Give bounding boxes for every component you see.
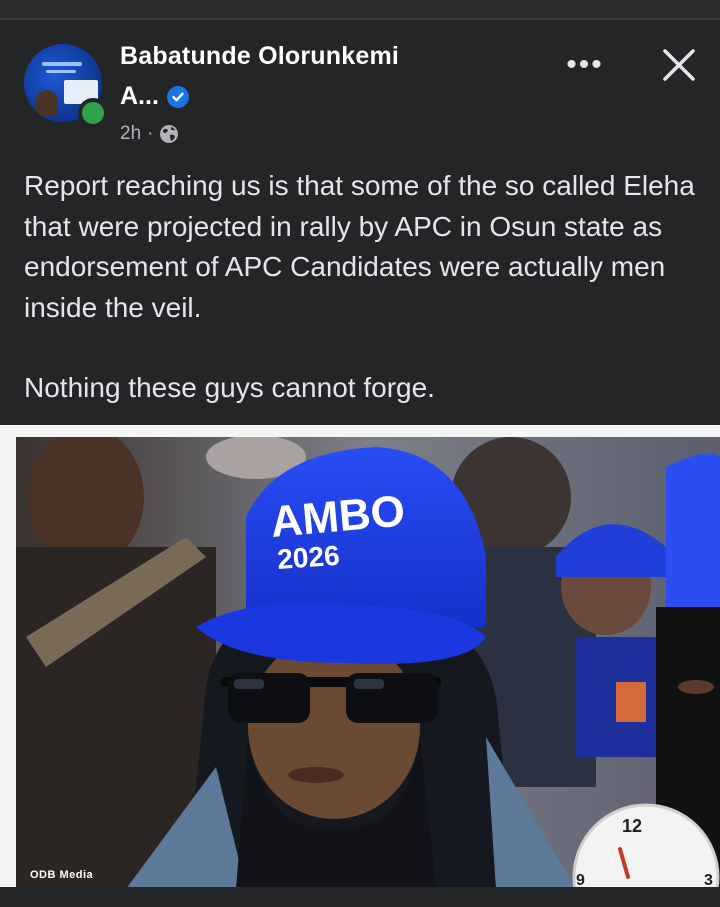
post-photo[interactable]: AMBO 2026 12 9 3 ODB Media <box>16 437 720 889</box>
close-button[interactable] <box>656 42 702 88</box>
photo-illustration: AMBO 2026 12 9 3 <box>16 437 720 889</box>
post-meta: 2h · <box>120 123 179 145</box>
more-options-icon: ••• <box>566 48 604 81</box>
close-icon <box>663 49 695 81</box>
post-text: Report reaching us is that some of the s… <box>24 166 704 409</box>
cap-text-line2: 2026 <box>276 540 340 575</box>
photo-watermark: ODB Media <box>30 869 94 881</box>
meta-separator: · <box>147 123 154 144</box>
post-paragraph-1: Report reaching us is that some of the s… <box>24 170 695 323</box>
author-name-truncated: A... <box>120 82 159 110</box>
avatar-text-decor <box>42 62 82 66</box>
more-options-button[interactable]: ••• <box>560 48 610 81</box>
post-paragraph-2: Nothing these guys cannot forge. <box>24 372 435 403</box>
online-status-dot <box>78 98 108 128</box>
top-strip <box>0 0 720 18</box>
author-name[interactable]: Babatunde Olorunkemi <box>120 42 399 71</box>
bottom-bar <box>0 887 720 907</box>
post-photo-frame[interactable]: AMBO 2026 12 9 3 ODB Media <box>0 425 720 907</box>
avatar-text-decor-2 <box>46 70 76 73</box>
post-time[interactable]: 2h <box>120 123 141 145</box>
verified-badge-icon <box>166 85 189 108</box>
avatar-person <box>36 90 58 116</box>
clock-number-12: 12 <box>622 816 642 836</box>
post-card: Babatunde Olorunkemi A... 2h · ••• Repor… <box>0 20 720 907</box>
globe-icon <box>160 125 179 143</box>
author-name-continued[interactable]: A... <box>120 82 189 111</box>
